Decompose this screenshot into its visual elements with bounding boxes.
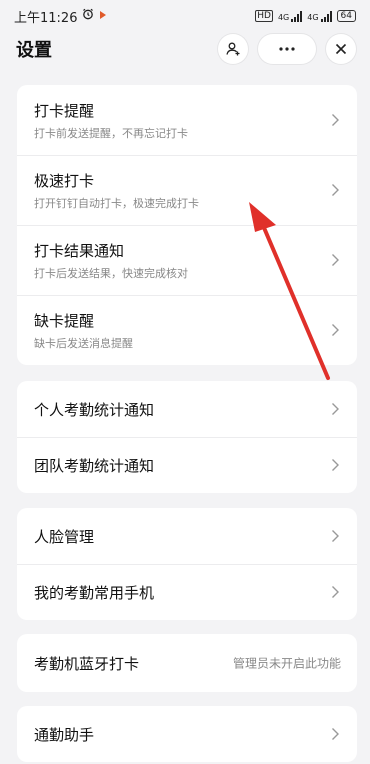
chevron-right-icon (332, 586, 339, 598)
item-title: 打卡结果通知 (34, 241, 125, 260)
page-header: 设置 (0, 32, 370, 66)
add-contact-button[interactable] (218, 34, 248, 64)
list-item-face-management[interactable]: 人脸管理 (17, 508, 357, 564)
bluetooth-card: 考勤机蓝牙打卡 管理员未开启此功能 (17, 634, 357, 692)
status-right: HD 4G 4G 64 (255, 10, 356, 22)
header-actions (218, 34, 356, 64)
item-title: 团队考勤统计通知 (34, 456, 155, 475)
page-title: 设置 (16, 40, 52, 61)
list-item-checkin-result[interactable]: 打卡结果通知 打卡后发送结果，快速完成核对 (17, 225, 357, 295)
device-card: 人脸管理 我的考勤常用手机 (17, 508, 357, 620)
close-button[interactable] (326, 34, 356, 64)
status-time: 上午11:26 (14, 10, 78, 26)
more-button[interactable] (258, 34, 316, 64)
item-title: 我的考勤常用手机 (34, 583, 155, 602)
item-status-note: 管理员未开启此功能 (232, 656, 341, 671)
signal-icon-1: 4G (278, 10, 303, 22)
list-item-team-stats[interactable]: 团队考勤统计通知 (17, 437, 357, 493)
item-title: 缺卡提醒 (34, 311, 95, 330)
list-item-personal-stats[interactable]: 个人考勤统计通知 (17, 381, 357, 437)
item-title: 极速打卡 (34, 171, 95, 190)
chevron-right-icon (332, 459, 339, 471)
status-left: 上午11:26 (14, 7, 107, 26)
reminder-settings-card: 打卡提醒 打卡前发送提醒，不再忘记打卡 极速打卡 打开钉钉自动打卡，极速完成打卡… (17, 85, 357, 365)
chevron-right-icon (332, 324, 339, 336)
chevron-right-icon (332, 184, 339, 196)
signal-icon-2: 4G (307, 10, 332, 22)
battery-icon: 64 (336, 10, 356, 22)
item-title: 人脸管理 (34, 527, 95, 546)
list-item-commute-assistant[interactable]: 通勤助手 (17, 706, 357, 762)
chevron-right-icon (332, 254, 339, 266)
chevron-right-icon (332, 114, 339, 126)
item-title: 打卡提醒 (34, 101, 95, 120)
list-item-missing-checkin[interactable]: 缺卡提醒 缺卡后发送消息提醒 (17, 295, 357, 365)
chevron-right-icon (332, 728, 339, 740)
list-item-fast-checkin[interactable]: 极速打卡 打开钉钉自动打卡，极速完成打卡 (17, 155, 357, 225)
commute-card: 通勤助手 (17, 706, 357, 762)
alarm-icon (82, 8, 94, 24)
close-icon (335, 43, 347, 55)
item-subtitle: 打开钉钉自动打卡，极速完成打卡 (34, 196, 199, 210)
hd-badge: HD (255, 10, 273, 22)
person-add-icon (226, 42, 240, 56)
item-title: 个人考勤统计通知 (34, 400, 155, 419)
item-subtitle: 缺卡后发送消息提醒 (34, 336, 133, 350)
status-bar: 上午11:26 HD 4G 4G 64 (0, 0, 370, 32)
app-notification-icon (99, 9, 107, 24)
chevron-right-icon (332, 403, 339, 415)
list-item-common-phone[interactable]: 我的考勤常用手机 (17, 564, 357, 620)
statistics-card: 个人考勤统计通知 团队考勤统计通知 (17, 381, 357, 493)
chevron-right-icon (332, 530, 339, 542)
list-item-checkin-reminder[interactable]: 打卡提醒 打卡前发送提醒，不再忘记打卡 (17, 85, 357, 155)
more-icon (279, 47, 295, 51)
item-title: 通勤助手 (34, 725, 95, 744)
item-subtitle: 打卡前发送提醒，不再忘记打卡 (34, 126, 188, 140)
list-item-bluetooth-checkin[interactable]: 考勤机蓝牙打卡 管理员未开启此功能 (17, 634, 357, 692)
item-subtitle: 打卡后发送结果，快速完成核对 (34, 266, 188, 280)
